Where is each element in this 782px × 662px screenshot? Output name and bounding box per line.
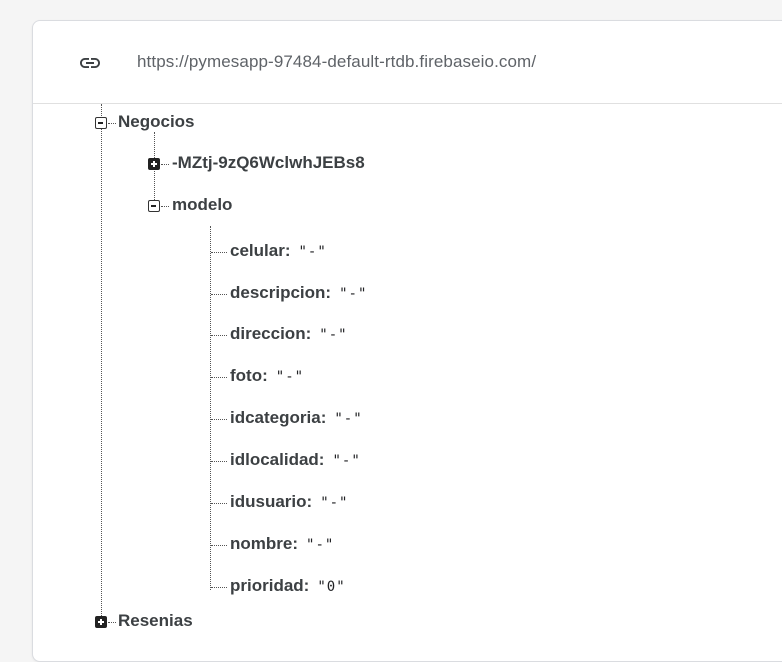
tree-connector xyxy=(211,587,227,588)
collapse-modelo-icon[interactable] xyxy=(148,200,160,212)
tree-guide-modelo xyxy=(210,226,211,590)
tree-connector xyxy=(211,377,227,378)
tree-connector xyxy=(108,123,116,124)
tree-guide-root xyxy=(101,104,102,622)
field-idusuario[interactable]: idusuario: "-" xyxy=(230,492,348,513)
field-foto[interactable]: foto: "-" xyxy=(230,366,304,387)
tree-connector xyxy=(211,503,227,504)
link-icon[interactable] xyxy=(78,51,102,75)
database-url[interactable]: https://pymesapp-97484-default-rtdb.fire… xyxy=(137,52,536,72)
tree-connector xyxy=(211,294,227,295)
field-value[interactable]: "-" xyxy=(334,411,362,427)
field-direccion[interactable]: direccion: "-" xyxy=(230,324,348,345)
tree-connector xyxy=(211,419,227,420)
field-value[interactable]: "-" xyxy=(320,495,348,511)
node-child-id[interactable]: -MZtj-9zQ6WclwhJEBs8 xyxy=(172,153,365,173)
field-value[interactable]: "-" xyxy=(339,286,367,302)
expand-child-id-icon[interactable] xyxy=(148,158,160,170)
database-url-bar: https://pymesapp-97484-default-rtdb.fire… xyxy=(33,21,782,104)
field-descripcion[interactable]: descripcion: "-" xyxy=(230,283,367,304)
tree-connector xyxy=(211,461,227,462)
expand-resenias-icon[interactable] xyxy=(95,616,107,628)
field-celular[interactable]: celular: "-" xyxy=(230,241,327,262)
tree-connector xyxy=(211,545,227,546)
field-idcategoria[interactable]: idcategoria: "-" xyxy=(230,408,363,429)
tree-connector xyxy=(161,206,169,207)
field-value[interactable]: "-" xyxy=(306,537,334,553)
node-resenias[interactable]: Resenias xyxy=(118,611,193,631)
node-negocios[interactable]: Negocios xyxy=(118,112,195,132)
field-value[interactable]: "0" xyxy=(317,579,345,595)
node-modelo[interactable]: modelo xyxy=(172,195,232,215)
tree-connector xyxy=(211,335,227,336)
field-nombre[interactable]: nombre: "-" xyxy=(230,534,334,555)
tree-connector xyxy=(211,252,227,253)
field-prioridad[interactable]: prioridad: "0" xyxy=(230,576,346,597)
tree-connector xyxy=(161,164,169,165)
field-value[interactable]: "-" xyxy=(298,244,326,260)
collapse-negocios-icon[interactable] xyxy=(95,117,107,129)
field-value[interactable]: "-" xyxy=(332,453,360,469)
tree-connector xyxy=(108,622,116,623)
field-idlocalidad[interactable]: idlocalidad: "-" xyxy=(230,450,361,471)
field-value[interactable]: "-" xyxy=(276,369,304,385)
field-value[interactable]: "-" xyxy=(319,327,347,343)
